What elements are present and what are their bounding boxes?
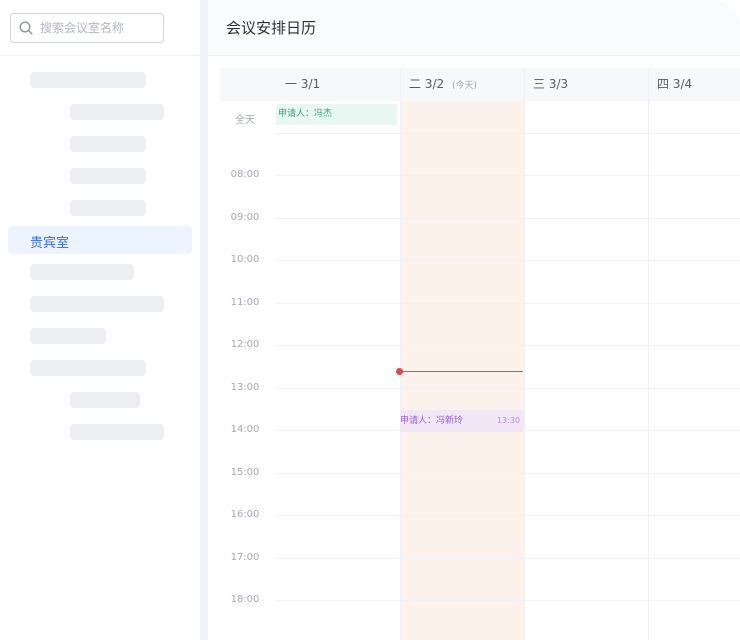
event-time: 13:30 xyxy=(496,416,520,425)
page-title: 会议安排日历 xyxy=(226,19,317,37)
event-title: 申请人：冯新玲 xyxy=(400,416,464,426)
day-header-wed[interactable]: 三 3/3 xyxy=(524,68,648,101)
hour-label: 08:00 xyxy=(230,169,260,180)
room-tree-item[interactable] xyxy=(30,264,134,280)
hour-line xyxy=(276,473,740,474)
day-date: 3/1 xyxy=(300,77,321,91)
day-header-row: 一 3/1 二 3/2 (今天) 三 3/3 四 3/4 xyxy=(220,68,740,101)
day-weekday: 一 xyxy=(285,77,298,91)
event-meeting-fengxinling[interactable]: 申请人：冯新玲 13:30 xyxy=(400,410,524,432)
hour-label: 15:00 xyxy=(230,467,260,478)
current-time-line xyxy=(401,371,523,372)
hour-label: 11:00 xyxy=(230,297,260,308)
column-divider xyxy=(524,68,525,640)
day-header-thu[interactable]: 四 3/4 xyxy=(648,68,740,101)
hour-line xyxy=(276,600,740,601)
room-tree-item[interactable] xyxy=(70,392,140,408)
room-tree-item[interactable] xyxy=(70,104,164,120)
hour-line xyxy=(276,218,740,219)
day-header-tue[interactable]: 二 3/2 (今天) xyxy=(400,68,524,101)
day-weekday: 三 xyxy=(533,77,546,91)
hour-label: 14:00 xyxy=(230,424,260,435)
room-tree-item[interactable] xyxy=(30,296,164,312)
hour-line xyxy=(276,303,740,304)
hour-label: 17:00 xyxy=(230,552,260,563)
app-window: 贵宾室 会议安排日历 一 3/1 二 3/2 (今天) xyxy=(0,0,740,640)
day-date: 3/3 xyxy=(548,77,569,91)
room-tree-item[interactable] xyxy=(30,72,146,88)
hour-line xyxy=(276,175,740,176)
room-tree-item[interactable] xyxy=(30,328,106,344)
calendar-week-view: 一 3/1 二 3/2 (今天) 三 3/3 四 3/4 全天 08:00 09… xyxy=(220,68,740,640)
hour-label: 13:00 xyxy=(230,382,260,393)
hour-line xyxy=(276,345,740,346)
hour-label: 18:00 xyxy=(230,594,260,605)
hour-label: 16:00 xyxy=(230,509,260,520)
day-weekday: 四 xyxy=(657,77,670,91)
allday-label: 全天 xyxy=(235,115,255,126)
room-tree-item[interactable] xyxy=(30,360,146,376)
sidebar: 贵宾室 xyxy=(0,0,200,640)
search-icon xyxy=(19,21,33,35)
day-date: 3/4 xyxy=(672,77,693,91)
day-header-mon[interactable]: 一 3/1 xyxy=(276,68,400,101)
column-divider xyxy=(648,68,649,640)
room-tree-item[interactable] xyxy=(70,168,146,184)
hour-label: 09:00 xyxy=(230,212,260,223)
room-tree-item[interactable] xyxy=(70,424,164,440)
hour-line xyxy=(276,515,740,516)
allday-divider xyxy=(276,133,740,134)
hour-line xyxy=(276,558,740,559)
day-date: 3/2 xyxy=(424,77,445,91)
room-item-guibinshi[interactable]: 贵宾室 xyxy=(8,226,192,254)
hour-label: 10:00 xyxy=(230,254,260,265)
current-time-dot xyxy=(396,368,403,375)
search-box[interactable] xyxy=(10,13,164,43)
hour-line xyxy=(276,388,740,389)
column-divider xyxy=(400,68,401,640)
header: 会议安排日历 xyxy=(208,0,740,56)
main-panel: 会议安排日历 一 3/1 二 3/2 (今天) 三 3/3 四 3/4 全天 0… xyxy=(208,0,740,640)
today-column-highlight xyxy=(400,68,524,640)
room-tree-item[interactable] xyxy=(70,200,146,216)
hour-line xyxy=(276,260,740,261)
hour-label: 12:00 xyxy=(230,339,260,350)
room-item-label: 贵宾室 xyxy=(30,236,70,251)
search-input[interactable] xyxy=(40,19,158,37)
room-tree-item[interactable] xyxy=(70,136,146,152)
event-title: 申请人：冯杰 xyxy=(278,109,333,119)
event-allday-fengjie[interactable]: 申请人：冯杰 xyxy=(276,104,397,125)
panel-gutter xyxy=(200,0,208,640)
sidebar-divider xyxy=(0,55,200,56)
today-tag: (今天) xyxy=(451,81,478,91)
day-weekday: 二 xyxy=(409,77,422,91)
